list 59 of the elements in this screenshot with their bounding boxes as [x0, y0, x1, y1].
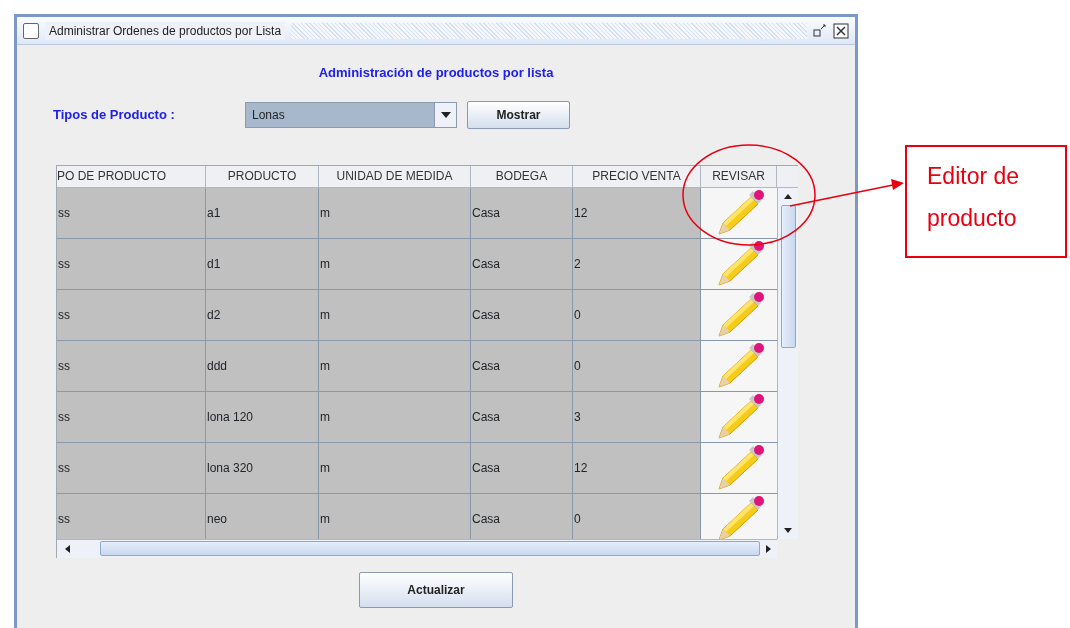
scrollbar-thumb[interactable] — [780, 204, 796, 348]
table-cell: 0 — [573, 493, 701, 539]
scroll-right-icon[interactable] — [766, 544, 771, 553]
table-cell: 0 — [573, 340, 701, 392]
table-cell: Casa — [471, 289, 573, 341]
filter-label: Tipos de Producto : — [53, 105, 176, 124]
table-cell: Casa — [471, 391, 573, 443]
table-cell: ss — [57, 187, 206, 239]
table-cell: ddd — [206, 340, 319, 392]
table-cell: ss — [57, 493, 206, 539]
close-icon[interactable] — [833, 22, 849, 39]
update-button[interactable]: Actualizar — [359, 571, 513, 608]
scrollbar-thumb[interactable] — [99, 541, 761, 556]
table-cell: m — [319, 238, 471, 290]
column-header: UNIDAD DE MEDIDA — [319, 165, 471, 188]
table-cell: m — [319, 391, 471, 443]
show-button[interactable]: Mostrar — [467, 100, 570, 129]
table-cell: ss — [57, 442, 206, 494]
table-cell: Casa — [471, 187, 573, 239]
table-cell: 2 — [573, 238, 701, 290]
table-cell: 3 — [573, 391, 701, 443]
table-cell: m — [319, 442, 471, 494]
dropdown-arrow-icon — [440, 111, 451, 118]
table-cell: Casa — [471, 442, 573, 494]
table-cell: m — [319, 289, 471, 341]
window-title: Administrar Ordenes de productos por Lista — [45, 21, 286, 40]
table-cell: 12 — [573, 442, 701, 494]
table-cell: a1 — [206, 187, 319, 239]
table-cell: Casa — [471, 340, 573, 392]
scroll-left-icon[interactable] — [65, 544, 70, 553]
table-cell: m — [319, 493, 471, 539]
dropdown-value: Lonas — [251, 106, 286, 124]
table-cell: Casa — [471, 238, 573, 290]
table-cell: ss — [57, 289, 206, 341]
restore-icon[interactable] — [813, 23, 827, 38]
table-cell: m — [319, 340, 471, 392]
panel-heading: Administración de productos por lista — [317, 64, 555, 82]
table-cell: d1 — [206, 238, 319, 290]
table-cell: ss — [57, 340, 206, 392]
column-header: PO DE PRODUCTO — [57, 165, 206, 188]
column-header: PRECIO VENTA — [573, 165, 701, 188]
callout-note: Editor de producto — [905, 145, 1067, 258]
table-cell: d2 — [206, 289, 319, 341]
column-header: BODEGA — [471, 165, 573, 188]
scroll-up-icon[interactable] — [784, 193, 792, 199]
column-header: PRODUCTO — [206, 165, 319, 188]
vertical-scrollbar[interactable] — [777, 187, 798, 539]
table-cell: 12 — [573, 187, 701, 239]
window-icon — [23, 22, 39, 39]
table-cell: neo — [206, 493, 319, 539]
table-cell: m — [319, 187, 471, 239]
product-type-dropdown[interactable]: Lonas — [245, 101, 457, 128]
table-cell: lona 320 — [206, 442, 319, 494]
table-cell: ss — [57, 391, 206, 443]
table-cell: Casa — [471, 493, 573, 539]
scroll-down-icon[interactable] — [784, 527, 792, 533]
table-cell: 0 — [573, 289, 701, 341]
table-cell: lona 120 — [206, 391, 319, 443]
table-cell: ss — [57, 238, 206, 290]
